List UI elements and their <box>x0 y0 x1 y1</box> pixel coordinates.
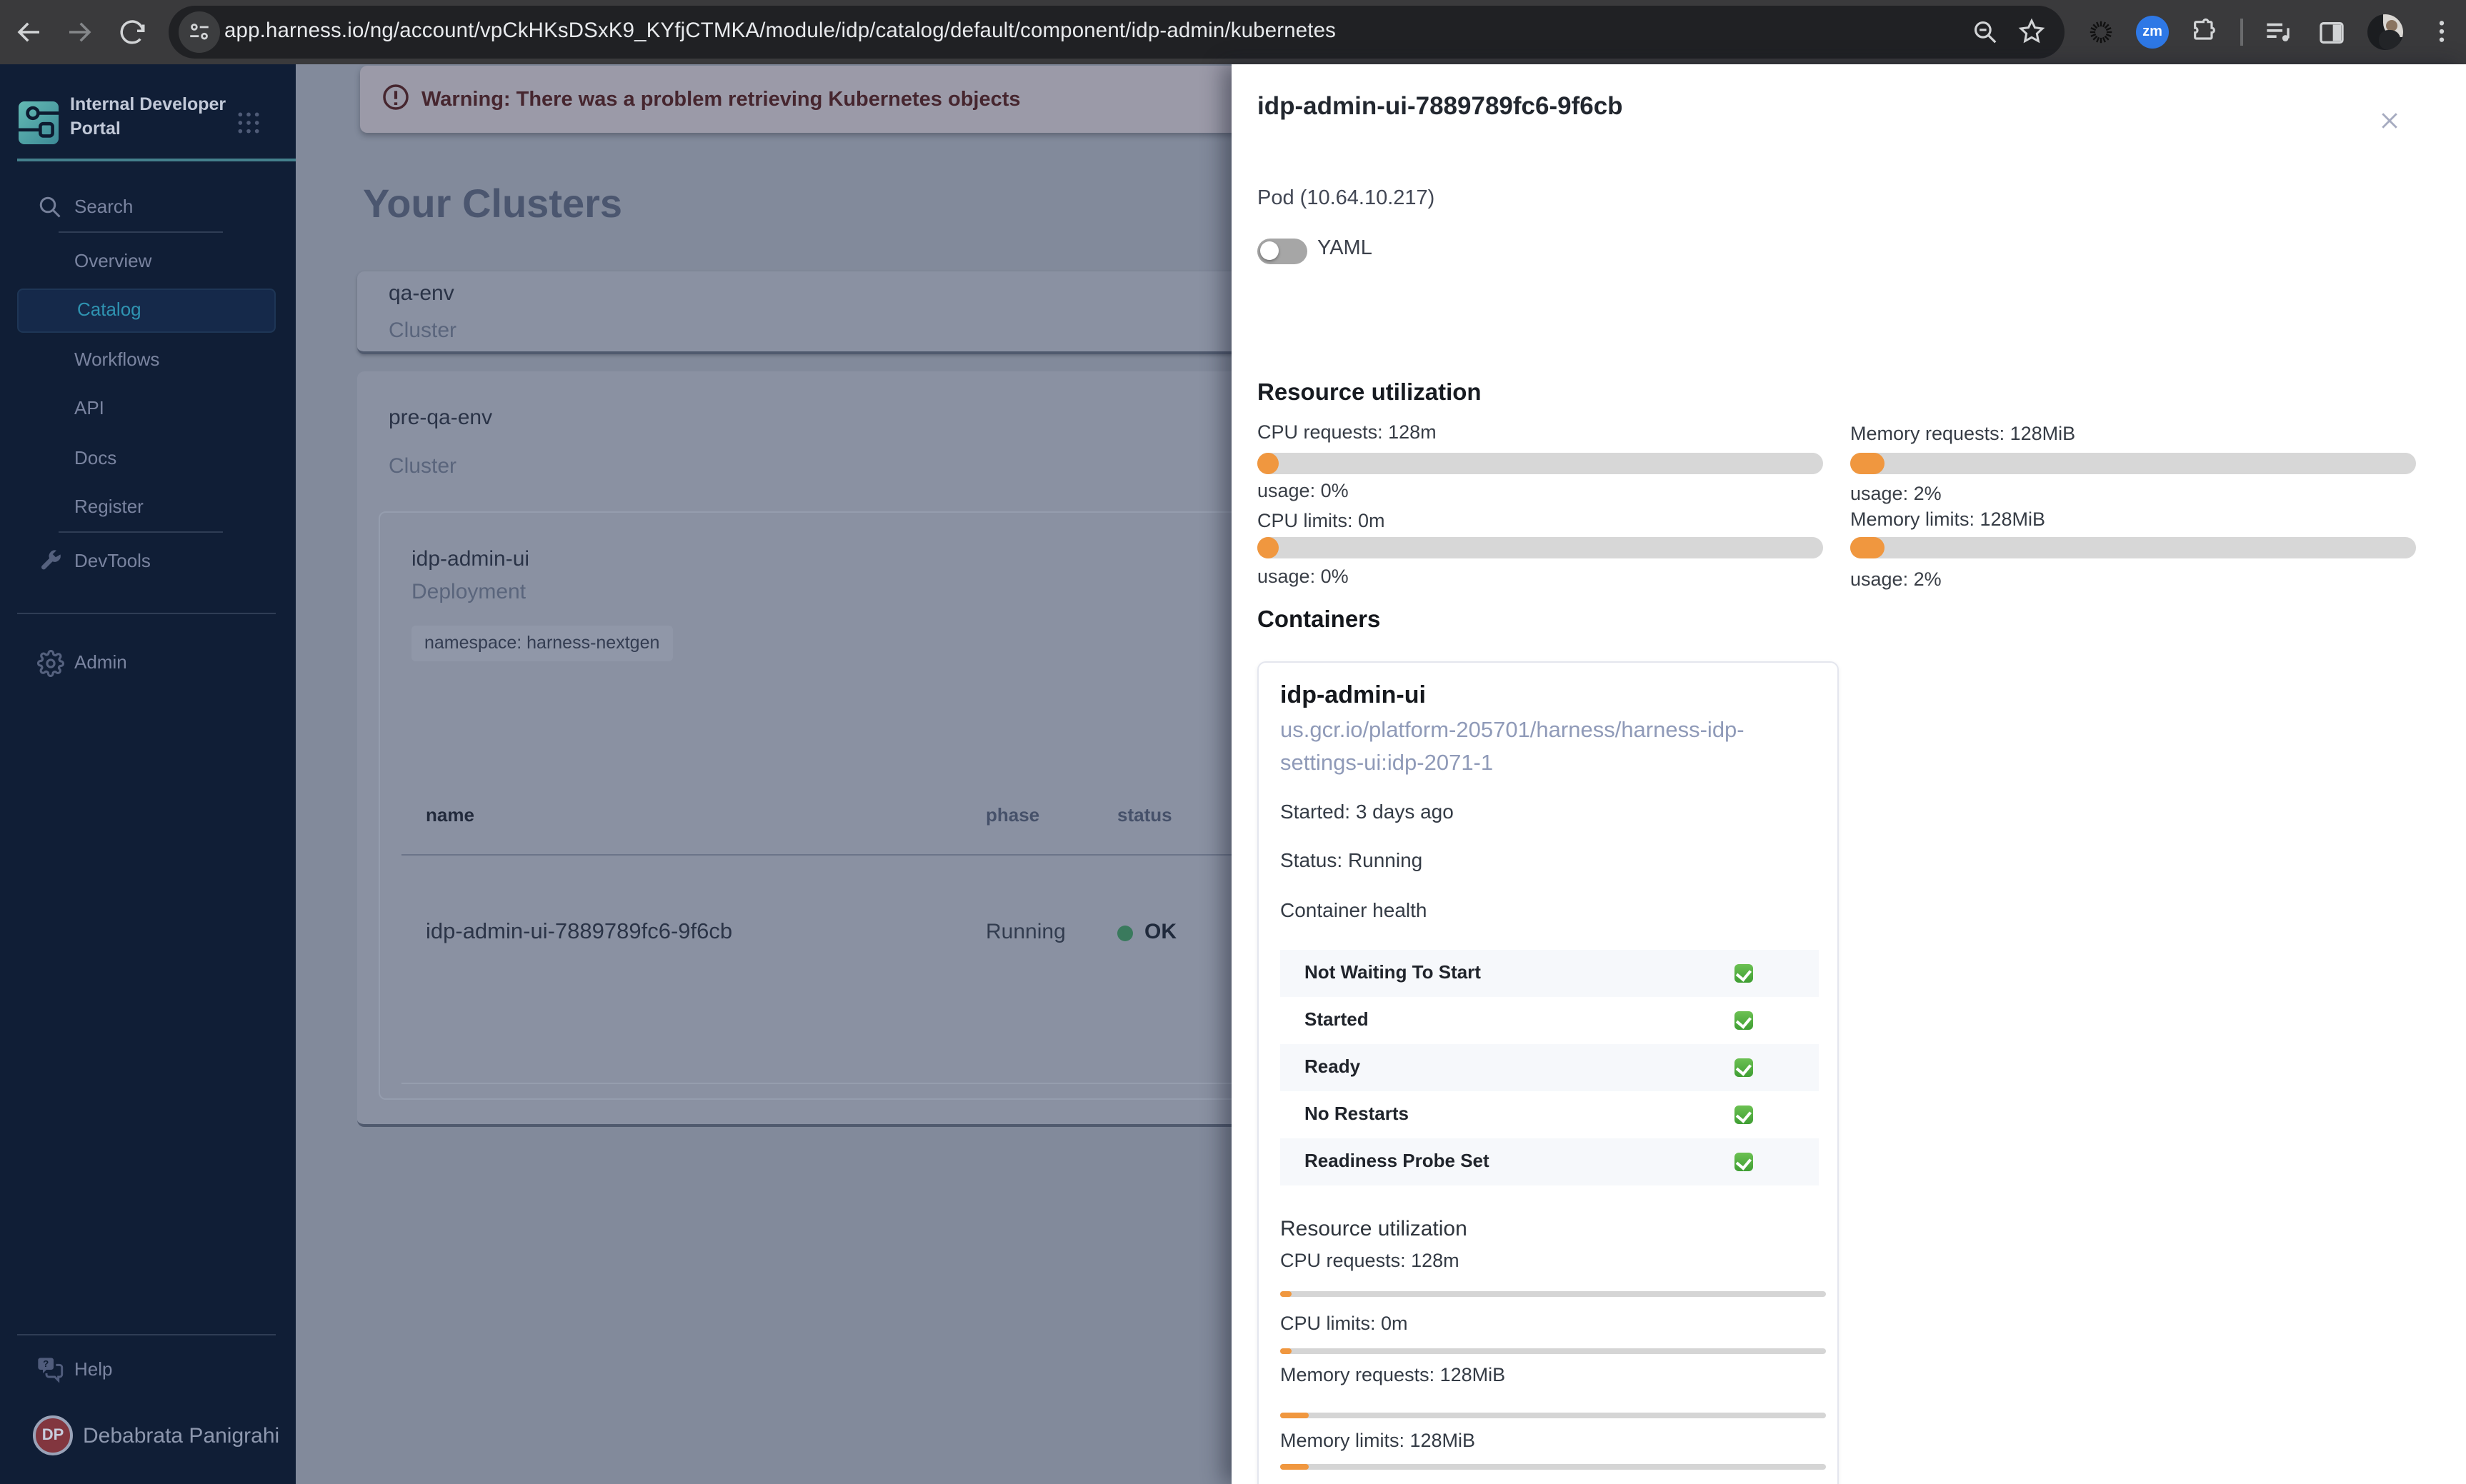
svg-text:?: ? <box>43 1358 49 1369</box>
